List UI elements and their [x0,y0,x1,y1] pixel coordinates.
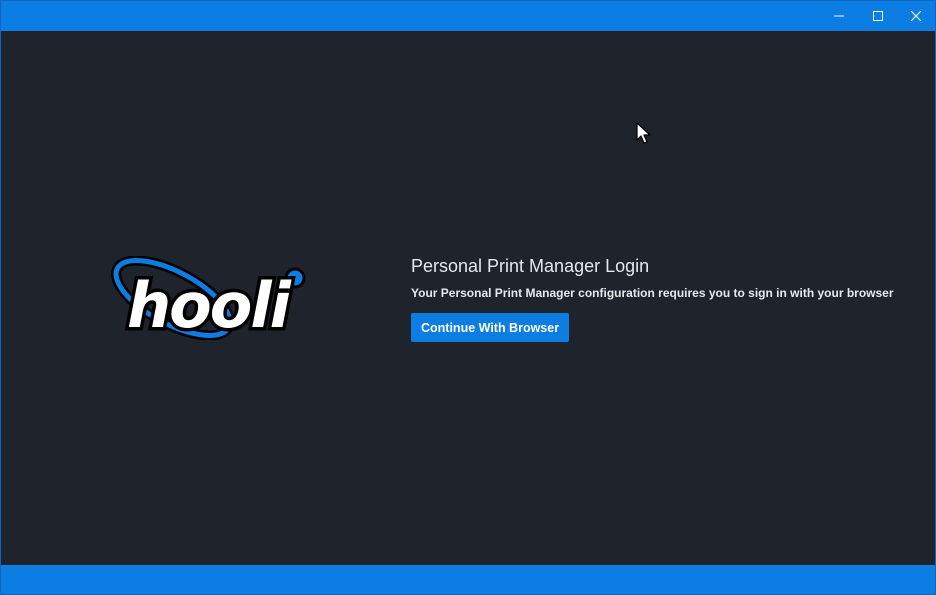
minimize-icon [834,15,844,17]
continue-with-browser-button[interactable]: Continue With Browser [411,313,570,342]
mouse-cursor-icon [636,122,651,144]
close-button[interactable] [897,1,935,31]
maximize-icon [873,11,883,21]
app-window: hooli Personal Print Manager Login Your … [0,0,936,595]
maximize-button[interactable] [859,1,897,31]
bottom-bar [1,565,935,594]
login-panel: Personal Print Manager Login Your Person… [411,255,911,342]
title-bar[interactable] [1,1,935,31]
minimize-button[interactable] [820,1,858,31]
close-icon [911,11,921,21]
login-title: Personal Print Manager Login [411,256,650,276]
logo-wordmark: hooli [127,269,292,340]
hooli-logo: hooli [105,255,311,346]
login-description: Your Personal Print Manager configuratio… [411,286,894,300]
